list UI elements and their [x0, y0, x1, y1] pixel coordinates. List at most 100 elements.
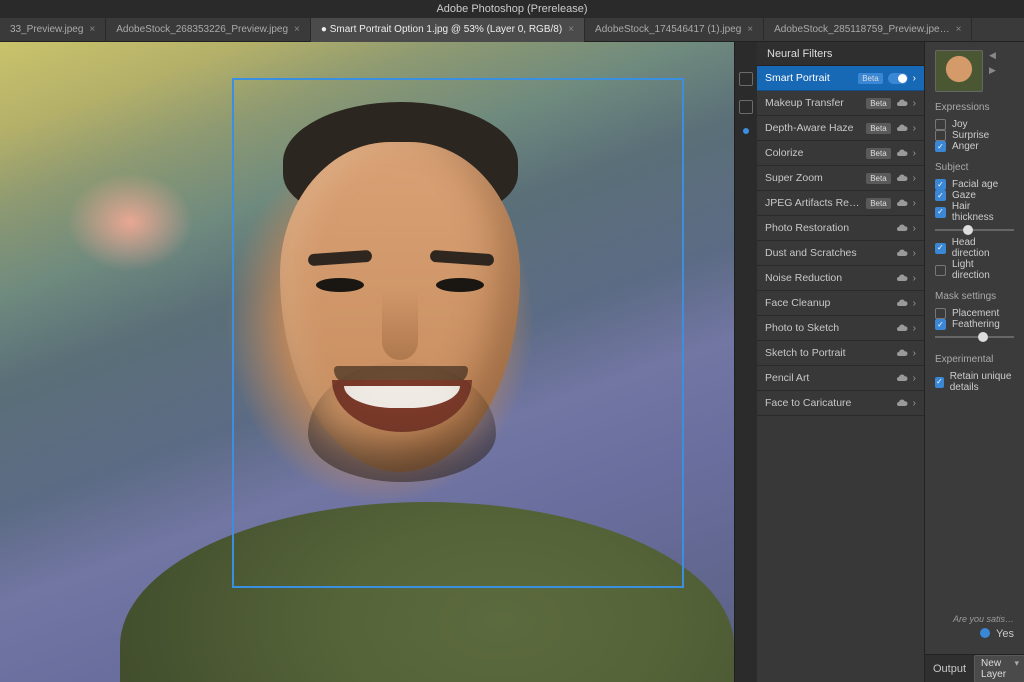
chevron-right-icon: › [913, 173, 916, 184]
cloud-download-icon[interactable] [896, 122, 908, 134]
filter-label: Dust and Scratches [765, 247, 857, 259]
option-slider[interactable] [935, 223, 1014, 237]
cloud-download-icon[interactable] [896, 347, 908, 359]
filter-jpeg-artifacts-re-[interactable]: JPEG Artifacts Re…Beta› [757, 191, 924, 216]
cloud-download-icon[interactable] [896, 247, 908, 259]
filter-colorize[interactable]: ColorizeBeta› [757, 141, 924, 166]
option-hair-thickness[interactable]: Hair thickness [935, 201, 1014, 223]
document-tab[interactable]: AdobeStock_285118759_Preview.jpe…× [764, 18, 972, 42]
checkbox-icon[interactable] [935, 130, 946, 141]
filter-label: Face to Caricature [765, 397, 851, 409]
filter-dust-and-scratches[interactable]: Dust and Scratches› [757, 241, 924, 266]
filter-super-zoom[interactable]: Super Zoom Beta › [757, 166, 924, 191]
checkbox-icon[interactable] [935, 190, 946, 201]
feedback-yes-radio[interactable] [980, 628, 990, 638]
cloud-download-icon[interactable] [896, 397, 908, 409]
chevron-right-icon: › [913, 273, 916, 284]
chevron-right-icon: › [913, 348, 916, 359]
filter-label: Face Cleanup [765, 297, 830, 309]
wait-list-icon[interactable] [739, 100, 753, 114]
filter-makeup-transfer[interactable]: Makeup TransferBeta› [757, 91, 924, 116]
checkbox-icon[interactable] [935, 207, 946, 218]
option-anger[interactable]: Anger [935, 141, 1014, 152]
filters-list-icon[interactable] [739, 72, 753, 86]
checkbox-icon[interactable] [935, 377, 944, 388]
checkbox-icon[interactable] [935, 243, 946, 254]
option-label: Hair thickness [952, 201, 1014, 223]
cloud-download-icon[interactable] [896, 222, 908, 234]
cloud-download-icon[interactable] [896, 297, 908, 309]
checkbox-icon[interactable] [935, 179, 946, 190]
beta-badge: Beta [866, 173, 890, 184]
option-joy[interactable]: Joy [935, 119, 1014, 130]
close-tab-icon[interactable]: × [956, 24, 962, 35]
checkbox-icon[interactable] [935, 319, 946, 330]
cloud-download-icon[interactable] [896, 272, 908, 284]
cloud-download-icon[interactable] [896, 197, 908, 209]
chevron-right-icon: › [913, 223, 916, 234]
checkbox-icon[interactable] [935, 308, 946, 319]
document-tab[interactable]: AdobeStock_268353226_Preview.jpeg× [106, 18, 311, 42]
document-tab[interactable]: 33_Preview.jpeg× [0, 18, 106, 42]
output-label: Output [933, 663, 966, 675]
document-tab[interactable]: ● Smart Portrait Option 1.jpg @ 53% (Lay… [311, 18, 585, 42]
checkbox-icon[interactable] [935, 119, 946, 130]
filter-face-to-caricature[interactable]: Face to Caricature › [757, 391, 924, 416]
chevron-right-icon: › [913, 73, 916, 84]
option-placement[interactable]: Placement [935, 308, 1014, 319]
filter-options-panel: ◀ ▶ Expressions JoySurpriseAnger Subject… [925, 42, 1024, 682]
option-facial-age[interactable]: Facial age [935, 179, 1014, 190]
filter-photo-to-sketch[interactable]: Photo to Sketch› [757, 316, 924, 341]
chevron-right-icon: › [913, 148, 916, 159]
option-head-direction[interactable]: Head direction [935, 237, 1014, 259]
cloud-download-icon[interactable] [896, 147, 908, 159]
filter-toggle[interactable] [888, 73, 908, 84]
checkbox-icon[interactable] [935, 141, 946, 152]
active-indicator-icon [743, 128, 749, 134]
option-light-direction[interactable]: Light direction [935, 259, 1014, 281]
neural-filters-list: Smart PortraitBeta›Makeup TransferBeta›D… [757, 66, 924, 682]
document-tab[interactable]: AdobeStock_174546417 (1).jpeg× [585, 18, 764, 42]
output-select[interactable]: New Layer [974, 655, 1024, 682]
filter-photo-restoration[interactable]: Photo Restoration› [757, 216, 924, 241]
filter-sketch-to-portrait[interactable]: Sketch to Portrait› [757, 341, 924, 366]
option-label: Feathering [952, 319, 1000, 330]
prev-face-icon[interactable]: ◀ [989, 50, 996, 61]
filter-pencil-art[interactable]: Pencil Art› [757, 366, 924, 391]
feedback-question: Are you satis… [953, 614, 1014, 624]
option-label: Light direction [952, 259, 1014, 281]
option-surprise[interactable]: Surprise [935, 130, 1014, 141]
face-thumbnail[interactable] [935, 50, 983, 92]
section-mask: Mask settings [935, 291, 1014, 302]
panel-title: Neural Filters [757, 42, 924, 66]
option-label: Joy [952, 119, 968, 130]
app-titlebar: Adobe Photoshop (Prerelease) [0, 0, 1024, 18]
cloud-download-icon[interactable] [896, 322, 908, 334]
section-experimental: Experimental [935, 354, 1014, 365]
option-label: Gaze [952, 190, 976, 201]
filter-depth-aware-haze[interactable]: Depth-Aware HazeBeta› [757, 116, 924, 141]
close-tab-icon[interactable]: × [568, 24, 574, 35]
chevron-right-icon: › [913, 323, 916, 334]
close-tab-icon[interactable]: × [294, 24, 300, 35]
filter-label: Smart Portrait [765, 72, 830, 84]
close-tab-icon[interactable]: × [747, 24, 753, 35]
filter-noise-reduction[interactable]: Noise Reduction› [757, 266, 924, 291]
option-slider[interactable] [935, 330, 1014, 344]
option-label: Retain unique details [950, 371, 1014, 393]
option-feathering[interactable]: Feathering [935, 319, 1014, 330]
option-retain-unique-details[interactable]: Retain unique details [935, 371, 1014, 393]
cloud-download-icon[interactable] [896, 372, 908, 384]
option-gaze[interactable]: Gaze [935, 190, 1014, 201]
filter-face-cleanup[interactable]: Face Cleanup› [757, 291, 924, 316]
panel-tool-column [735, 42, 757, 682]
filter-label: Super Zoom [765, 172, 823, 184]
next-face-icon[interactable]: ▶ [989, 65, 996, 76]
cloud-download-icon[interactable] [896, 97, 908, 109]
close-tab-icon[interactable]: × [89, 24, 95, 35]
cloud-download-icon[interactable] [896, 172, 908, 184]
checkbox-icon[interactable] [935, 265, 946, 276]
canvas-area[interactable] [0, 42, 734, 682]
chevron-right-icon: › [913, 398, 916, 409]
filter-smart-portrait[interactable]: Smart PortraitBeta› [757, 66, 924, 91]
